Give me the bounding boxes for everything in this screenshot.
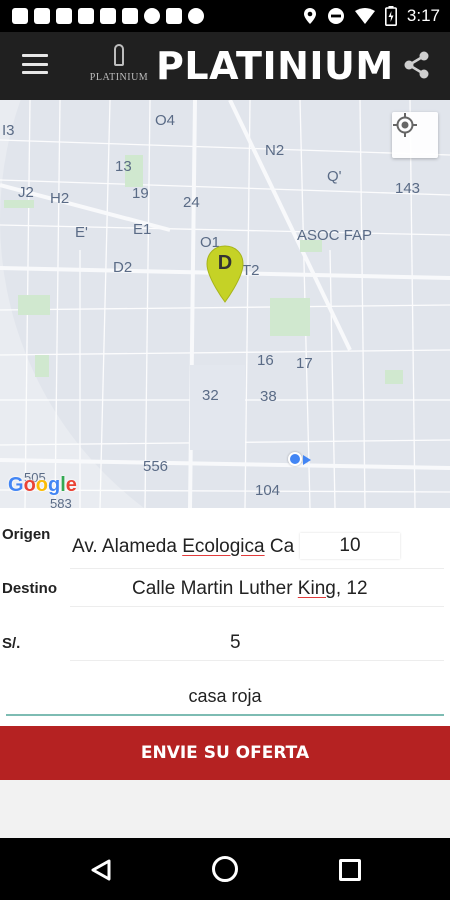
current-location-icon (288, 452, 302, 466)
back-icon[interactable] (90, 858, 112, 882)
origen-spellcheck-word: Ecologica (182, 536, 265, 557)
map-label: E' (75, 224, 88, 241)
map-label: J2 (18, 184, 34, 201)
divider (70, 660, 444, 661)
map-label: 24 (183, 194, 200, 211)
location-icon (303, 8, 316, 24)
map-label: Q' (327, 168, 342, 185)
google-logo-text: Google (8, 474, 77, 496)
map-label: 38 (260, 388, 277, 405)
map-label: D2 (113, 259, 133, 276)
navigation-bar (0, 838, 450, 900)
submit-offer-button[interactable]: ENVIE SU OFERTA (0, 726, 450, 780)
dnd-icon (327, 8, 344, 24)
map-label: 32 (202, 387, 219, 404)
battery-icon (384, 6, 397, 26)
notification-icon (188, 8, 204, 24)
notification-icon (12, 8, 28, 24)
recent-apps-icon[interactable] (339, 859, 361, 881)
map-label: 17 (296, 355, 313, 372)
map-label: H2 (50, 190, 70, 207)
google-logo: Google (8, 474, 77, 497)
map-label: 556 (143, 458, 169, 475)
price-label: S/. (2, 635, 21, 652)
clock: 3:17 (406, 6, 440, 25)
origen-text-tail: Ca (264, 536, 295, 557)
divider (70, 606, 444, 607)
origen-number-field[interactable]: 10 (300, 533, 400, 559)
status-bar: 3:17 (0, 0, 450, 32)
my-location-icon (393, 113, 417, 137)
wifi-icon (354, 8, 375, 24)
map-label: 13 (115, 158, 132, 175)
share-icon[interactable] (402, 50, 432, 80)
origen-text: Av. Alameda (72, 536, 183, 557)
notification-icons (0, 8, 204, 24)
reference-input[interactable]: casa roja (6, 678, 444, 716)
home-icon[interactable] (212, 856, 238, 882)
map-label: E1 (133, 221, 152, 238)
notification-icon (144, 8, 160, 24)
destino-spellcheck-word: King (297, 578, 336, 599)
map-label: 583 (50, 496, 72, 508)
map-label: O4 (155, 112, 176, 129)
app-title: PLATINIUM (156, 44, 394, 88)
my-location-button[interactable] (392, 112, 438, 158)
gmail-icon (122, 8, 138, 24)
system-icons: 3:17 (303, 0, 440, 32)
destino-field[interactable]: Calle Martin Luther King, 12 (132, 578, 432, 600)
map-label: 143 (395, 180, 421, 197)
direction-arrow-icon (303, 455, 311, 465)
map-label: N2 (265, 142, 285, 159)
price-field[interactable]: 5 (230, 632, 241, 654)
notification-icon (166, 8, 182, 24)
divider (70, 568, 444, 569)
brand-logo: PLATINIUM (88, 42, 150, 92)
map-label: 19 (132, 185, 149, 202)
map-label: I3 (2, 122, 15, 139)
map-label: 16 (257, 352, 274, 369)
pin-letter: D (217, 252, 233, 274)
bottom-panel (0, 780, 450, 838)
logo-text: PLATINIUM (89, 72, 149, 83)
youtube-icon (56, 8, 72, 24)
app-bar: PLATINIUM PLATINIUM (0, 32, 450, 100)
map-label: 104 (255, 482, 281, 499)
notification-icon (78, 8, 94, 24)
origen-label: Origen (2, 526, 51, 543)
destino-text: Calle Martin Luther (132, 578, 298, 599)
origen-field[interactable]: Av. Alameda Ecologica Ca (72, 536, 298, 558)
destination-pin-icon[interactable]: D (205, 244, 245, 304)
hamburger-menu-icon[interactable] (22, 54, 48, 74)
destino-text-tail: , 12 (335, 578, 368, 599)
destino-label: Destino (2, 580, 58, 597)
qr-icon (100, 8, 116, 24)
ride-request-form: Origen Av. Alameda Ecologica Ca 10 Desti… (0, 508, 450, 838)
notification-icon (34, 8, 50, 24)
map-label: ASOC FAP (297, 227, 373, 244)
logo-mark-icon (114, 44, 124, 66)
